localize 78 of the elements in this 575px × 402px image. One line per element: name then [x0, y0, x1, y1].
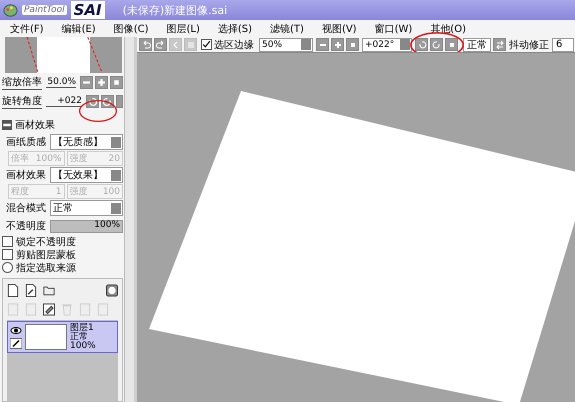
- eye-icon[interactable]: [10, 325, 22, 336]
- layer-thumbnail: [25, 324, 67, 350]
- collapse-button[interactable]: [2, 120, 12, 130]
- blend-mode-label: 混合模式: [6, 202, 47, 215]
- rotate-label: 旋转角度: [2, 94, 42, 109]
- texture-dropdown[interactable]: 【无质感】: [50, 134, 123, 150]
- menu-item[interactable]: 滤镜(T): [270, 22, 304, 36]
- plus-icon: [332, 40, 342, 50]
- scrollbar[interactable]: [124, 37, 134, 402]
- reset-button[interactable]: [110, 76, 123, 89]
- page-pen-icon[interactable]: [25, 284, 37, 296]
- checkbox[interactable]: [2, 249, 13, 260]
- menu-item[interactable]: 视图(V): [322, 22, 357, 36]
- texture-label: 画材效果: [6, 168, 47, 182]
- lines-icon: [186, 40, 196, 50]
- stabilizer-field[interactable]: 6: [552, 38, 574, 52]
- menu-item[interactable]: 编辑(E): [62, 22, 96, 36]
- square-icon: [112, 78, 121, 87]
- new-page-icon[interactable]: [7, 284, 19, 296]
- undo-icon: [140, 40, 150, 50]
- blend-mode-field[interactable]: 正常: [463, 38, 491, 52]
- section-title: 画材效果: [15, 118, 55, 132]
- app-logo: SAI: [70, 1, 105, 19]
- window-title: (未保存)新建图像.sai: [122, 2, 228, 18]
- radio-button[interactable]: [2, 262, 13, 273]
- layer-name: 图层1: [70, 324, 95, 332]
- chevron-left-icon: [170, 40, 180, 50]
- mask-icon[interactable]: [106, 284, 118, 296]
- redo-icon: [156, 40, 166, 50]
- opacity-slider[interactable]: 100%: [50, 220, 123, 232]
- rotate-value: +022: [46, 96, 82, 107]
- zoom-dropdown[interactable]: 50%: [259, 38, 313, 52]
- flip-button[interactable]: [493, 38, 506, 51]
- swap-icon: [494, 40, 504, 50]
- rotate-right-icon: [103, 97, 112, 106]
- layer-opacity: 100%: [70, 342, 96, 350]
- palette-icon: [3, 2, 18, 18]
- folder-icon[interactable]: [43, 284, 55, 296]
- texture-label: 画纸质感: [6, 136, 47, 149]
- grid-button[interactable]: [184, 38, 197, 51]
- reset-button[interactable]: [445, 38, 458, 51]
- menu-item[interactable]: 图像(C): [114, 22, 148, 36]
- zoom-in-button[interactable]: [331, 38, 344, 51]
- menu-item[interactable]: 选择(S): [218, 22, 252, 36]
- zoom-label: 缩放倍率: [2, 75, 42, 90]
- angle-dropdown[interactable]: +022°: [362, 38, 412, 52]
- rotate-left-icon: [416, 40, 426, 50]
- menu-item[interactable]: 图层(L): [166, 22, 200, 36]
- stabilizer-label: 抖动修正: [509, 38, 549, 52]
- back-button[interactable]: [169, 38, 182, 51]
- checkbox[interactable]: [201, 39, 212, 50]
- menu-item[interactable]: 窗口(W): [374, 22, 412, 36]
- app-name: PaintTool: [22, 5, 67, 15]
- option-label: 锁定不透明度: [16, 236, 76, 248]
- zoom-in-button[interactable]: [95, 76, 108, 89]
- zoom-value: 50.0%: [46, 77, 76, 88]
- menu-item[interactable]: 文件(F): [10, 22, 44, 36]
- layer-mode: 正常: [70, 332, 88, 342]
- redo-button[interactable]: [154, 38, 167, 51]
- reset-button[interactable]: [346, 38, 359, 51]
- zoom-out-button[interactable]: [316, 38, 329, 51]
- rotate-right-button[interactable]: [430, 38, 443, 51]
- rotate-left-button[interactable]: [415, 38, 428, 51]
- zoom-out-button[interactable]: [80, 76, 93, 89]
- checkbox-label: 选区边缘: [214, 38, 254, 52]
- rotate-right-icon: [432, 40, 442, 50]
- layer-item[interactable]: 图层1 正常 100%: [7, 321, 118, 353]
- pen-icon[interactable]: [10, 338, 22, 349]
- rotate-left-icon: [88, 97, 97, 106]
- option-label: 剪贴图层蒙板: [16, 248, 76, 262]
- texture-dropdown[interactable]: 【无效果】: [50, 167, 123, 183]
- undo-button[interactable]: [139, 38, 152, 51]
- plus-icon: [97, 78, 106, 87]
- opacity-label: 不透明度: [6, 220, 47, 233]
- eraser-page-icon[interactable]: [43, 302, 55, 316]
- option-label: 指定选取来源: [16, 262, 76, 274]
- blend-mode-dropdown[interactable]: 正常: [50, 200, 123, 216]
- checkbox[interactable]: [2, 236, 13, 247]
